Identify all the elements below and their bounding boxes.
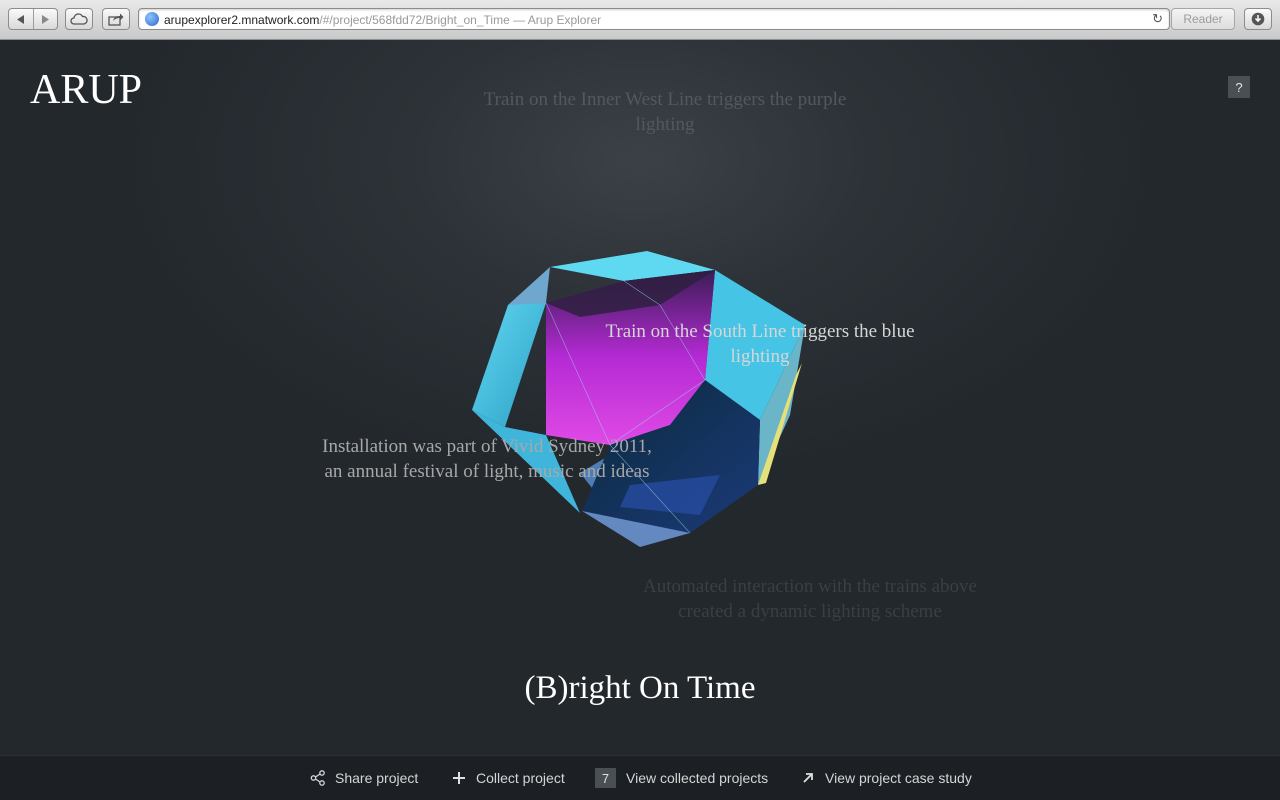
facet-left (472, 303, 546, 427)
project-polyhedron[interactable] (460, 245, 820, 565)
address-bar[interactable]: arupexplorer2.mnatwork.com/#/project/568… (138, 8, 1170, 30)
reload-icon[interactable]: ↻ (1152, 11, 1163, 27)
url-path: /#/project/568fdd72/Bright_on_Time (319, 13, 510, 27)
collect-project-button[interactable]: Collect project (450, 768, 565, 788)
collected-count-badge: 7 (595, 768, 616, 788)
collect-project-label: Collect project (476, 770, 565, 786)
plus-icon (450, 769, 468, 787)
download-icon (1251, 12, 1265, 26)
caption-right: Train on the South Line triggers the blu… (605, 321, 915, 367)
share-page-button[interactable] (102, 8, 130, 30)
share-icon (309, 769, 327, 787)
back-forward-group (8, 8, 58, 30)
arup-logo[interactable]: ARUP (30, 66, 142, 114)
cloud-icon (70, 13, 88, 25)
view-case-study-button[interactable]: View project case study (799, 768, 972, 788)
forward-button[interactable] (32, 9, 57, 29)
browser-toolbar: arupexplorer2.mnatwork.com/#/project/568… (0, 0, 1280, 40)
url-text: arupexplorer2.mnatwork.com/#/project/568… (164, 13, 601, 27)
project-title: (B)right On Time (524, 670, 756, 706)
forward-arrow-icon (41, 14, 49, 24)
share-project-button[interactable]: Share project (309, 768, 418, 788)
share-project-label: Share project (335, 770, 419, 786)
reader-button[interactable]: Reader (1171, 8, 1235, 30)
caption-top: Train on the Inner West Line triggers th… (483, 89, 847, 135)
caption-left: Installation was part of Vivid Sydney 20… (322, 436, 652, 482)
back-button[interactable] (9, 9, 33, 29)
share-arrow-icon (108, 13, 124, 26)
view-collected-label: View collected projects (626, 770, 769, 786)
back-arrow-icon (17, 14, 25, 24)
globe-icon (145, 12, 159, 26)
project-viewer: ARUP ? Train on the Inner West Line trig… (0, 40, 1280, 755)
page-title: — Arup Explorer (513, 13, 602, 27)
url-host: arupexplorer2.mnatwork.com (164, 13, 320, 27)
downloads-button[interactable] (1244, 8, 1272, 30)
caption-bottom: Automated interaction with the trains ab… (643, 576, 977, 622)
help-button[interactable]: ? (1228, 76, 1250, 98)
external-arrow-icon (799, 769, 817, 787)
view-case-study-label: View project case study (825, 770, 972, 786)
view-collected-button[interactable]: 7 View collected projects (595, 768, 768, 788)
icloud-tabs-button[interactable] (65, 8, 93, 30)
project-actions-bar: Share project Collect project 7 View col… (0, 755, 1280, 800)
